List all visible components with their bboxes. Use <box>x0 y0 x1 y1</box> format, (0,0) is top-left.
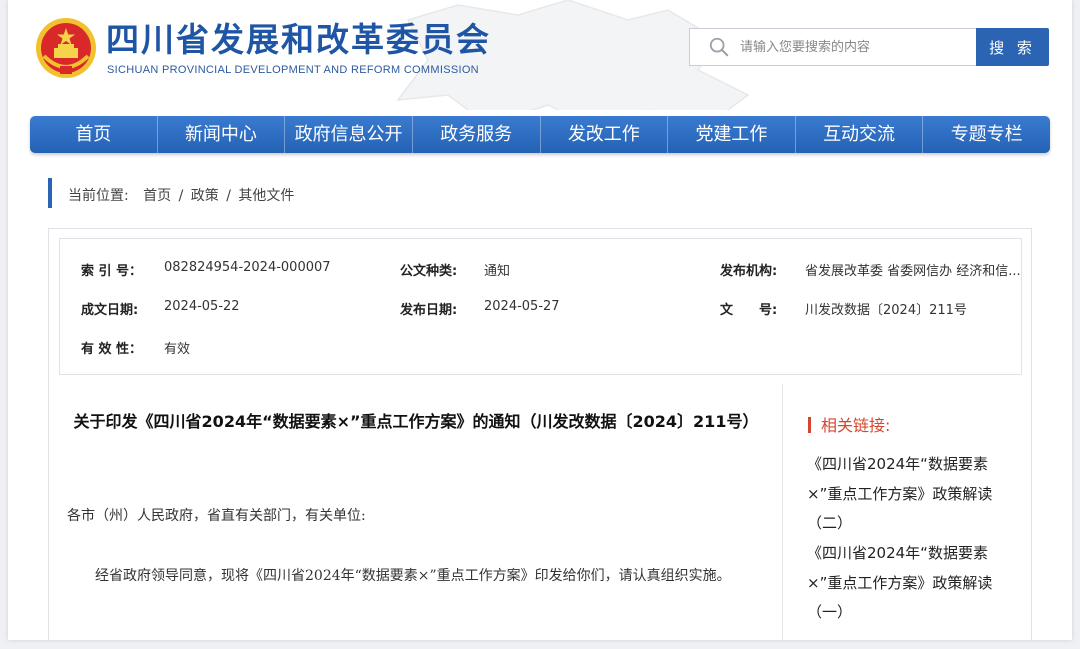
nav-item-services[interactable]: 政务服务 <box>411 116 540 153</box>
breadcrumb-policy[interactable]: 政策 <box>191 188 219 204</box>
created-date-value: 2024-05-22 <box>164 299 240 314</box>
heading-accent-bar <box>808 417 811 433</box>
search-button[interactable]: 搜 索 <box>976 28 1049 66</box>
article-title: 关于印发《四川省2024年“数据要素×”重点工作方案》的通知（川发改数据〔202… <box>73 412 759 431</box>
content-box: 索 引 号： 082824954-2024-000007 公文种类: 通知 发布… <box>48 228 1032 640</box>
breadcrumb-separator: / <box>226 188 231 204</box>
related-links-heading: 相关链接: <box>808 412 890 436</box>
site-title: 四川省发展和改革委员会 <box>106 20 491 59</box>
nav-item-interaction[interactable]: 互动交流 <box>794 116 923 153</box>
index-value: 082824954-2024-000007 <box>164 260 331 275</box>
breadcrumb-home[interactable]: 首页 <box>143 188 171 204</box>
nav-item-news[interactable]: 新闻中心 <box>156 116 285 153</box>
article-paragraph: 经省政府领导同意，现将《四川省2024年“数据要素×”重点工作方案》印发给你们，… <box>95 568 731 584</box>
search-box <box>689 28 977 66</box>
emblem-icon <box>36 18 96 78</box>
related-links-heading-text: 相关链接: <box>821 416 891 435</box>
breadcrumb: 当前位置: 首页 / 政策 / 其他文件 <box>68 185 294 205</box>
site-subtitle: SICHUAN PROVINCIAL DEVELOPMENT AND REFOR… <box>107 64 479 76</box>
nav-item-gov-info[interactable]: 政府信息公开 <box>284 116 412 153</box>
related-link-interpretation-2[interactable]: 《四川省2024年“数据要素×”重点工作方案》政策解读（二） <box>807 450 1012 539</box>
published-date-label: 发布日期: <box>400 303 458 318</box>
index-label: 索 引 号： <box>81 264 143 279</box>
column-divider <box>782 384 783 640</box>
search-icon <box>709 37 729 57</box>
issuer-value: 省发展改革委 省委网信办 经济和信... <box>805 264 1021 279</box>
nav-item-party[interactable]: 党建工作 <box>667 116 795 153</box>
breadcrumb-accent <box>48 178 52 208</box>
article-salutation: 各市（州）人民政府，省直有关部门，有关单位: <box>67 508 366 524</box>
search-input[interactable] <box>738 31 962 63</box>
nav-item-home[interactable]: 首页 <box>30 116 157 153</box>
breadcrumb-prefix: 当前位置: <box>68 188 129 204</box>
site-header: 四川省发展和改革委员会 SICHUAN PROVINCIAL DEVELOPME… <box>8 0 1072 110</box>
related-link-interpretation-1[interactable]: 《四川省2024年“数据要素×”重点工作方案》政策解读（一） <box>807 539 1012 628</box>
doctype-value: 通知 <box>484 264 511 279</box>
issuer-label: 发布机构: <box>720 264 778 279</box>
published-date-value: 2024-05-27 <box>484 299 560 314</box>
nav-item-topics[interactable]: 专题专栏 <box>922 116 1050 153</box>
nav-item-reform-work[interactable]: 发改工作 <box>539 116 668 153</box>
document-meta-table: 索 引 号： 082824954-2024-000007 公文种类: 通知 发布… <box>59 238 1022 375</box>
validity-label: 有 效 性： <box>81 342 143 357</box>
document-number-label: 文 号: <box>720 303 778 318</box>
document-number-value: 川发改数据〔2024〕211号 <box>805 303 967 318</box>
validity-value: 有效 <box>164 342 191 357</box>
breadcrumb-separator: / <box>178 188 184 204</box>
page: 四川省发展和改革委员会 SICHUAN PROVINCIAL DEVELOPME… <box>8 0 1072 640</box>
breadcrumb-other-files[interactable]: 其他文件 <box>238 188 294 204</box>
doctype-label: 公文种类: <box>400 264 458 279</box>
main-nav: 首页 新闻中心 政府信息公开 政务服务 发改工作 党建工作 互动交流 专题专栏 <box>30 116 1050 153</box>
created-date-label: 成文日期: <box>81 303 139 318</box>
